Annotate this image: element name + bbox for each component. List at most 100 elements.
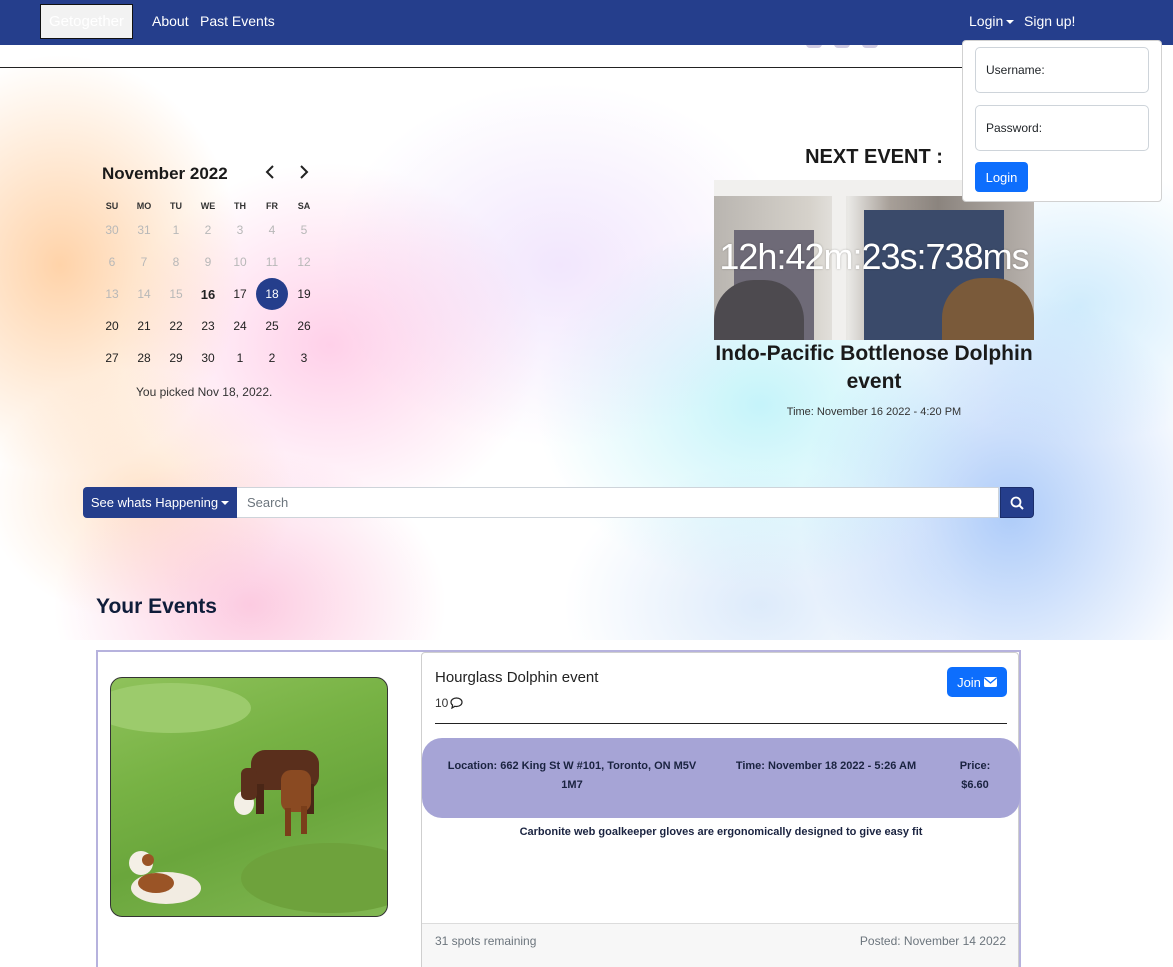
event-footer: 31 spots remaining Posted: November 14 2… <box>422 923 1018 967</box>
see-whats-happening-dropdown[interactable]: See whats Happening <box>83 487 237 518</box>
nav-about-link[interactable]: About <box>152 13 189 29</box>
join-label: Join <box>957 674 981 690</box>
picked-date-text: You picked Nov 18, 2022. <box>136 385 273 399</box>
calendar-grid: SU MO TU WE TH FR SA 30 31 1 2 3 4 5 6 7… <box>96 198 320 374</box>
weekday-label: MO <box>136 201 152 211</box>
calendar-day[interactable]: 9 <box>192 255 224 269</box>
envelope-icon <box>983 677 997 687</box>
weekday-label: TH <box>234 201 246 211</box>
chevron-right-icon[interactable] <box>298 164 310 185</box>
calendar: November 2022 SU MO TU WE TH FR SA 30 31… <box>96 158 320 399</box>
calendar-day[interactable]: 15 <box>160 287 192 301</box>
calendar-day[interactable]: 28 <box>128 351 160 365</box>
login-toggle-label: Login <box>969 13 1004 29</box>
signup-link[interactable]: Sign up! <box>1024 13 1075 29</box>
calendar-day-today[interactable]: 16 <box>192 287 224 302</box>
calendar-day[interactable]: 10 <box>224 255 256 269</box>
brand-logo[interactable]: Getogether <box>40 4 133 39</box>
calendar-day[interactable]: 2 <box>256 351 288 365</box>
top-navbar: Getogether About Past Events Login Sign … <box>0 0 1173 45</box>
calendar-day[interactable]: 31 <box>128 223 160 237</box>
calendar-day[interactable]: 13 <box>96 287 128 301</box>
calendar-day[interactable]: 17 <box>224 287 256 301</box>
calendar-day[interactable]: 8 <box>160 255 192 269</box>
selected-day-label: 18 <box>256 278 288 310</box>
nav-past-events-link[interactable]: Past Events <box>200 13 275 29</box>
password-field[interactable] <box>975 105 1149 151</box>
event-image[interactable] <box>110 677 388 917</box>
chevron-left-icon[interactable] <box>264 164 276 185</box>
join-event-button[interactable]: Join <box>947 667 1007 697</box>
weekday-label: FR <box>266 201 278 211</box>
weekday-label: TU <box>170 201 182 211</box>
calendar-day[interactable]: 12 <box>288 255 320 269</box>
calendar-day[interactable]: 14 <box>128 287 160 301</box>
event-title[interactable]: Hourglass Dolphin event <box>435 669 598 686</box>
calendar-day[interactable]: 22 <box>160 319 192 333</box>
calendar-day[interactable]: 29 <box>160 351 192 365</box>
calendar-day[interactable]: 20 <box>96 319 128 333</box>
spots-remaining: 31 spots remaining <box>435 934 537 948</box>
calendar-day[interactable]: 11 <box>256 255 288 269</box>
calendar-day[interactable]: 3 <box>288 351 320 365</box>
event-price: Price: $6.60 <box>959 760 991 791</box>
calendar-day-selected[interactable]: 18 <box>256 278 288 310</box>
username-field[interactable] <box>975 47 1149 93</box>
countdown-timer: 12h:42m:23s:738ms <box>719 236 1029 277</box>
happening-label: See whats Happening <box>90 495 219 510</box>
calendar-day[interactable]: 6 <box>96 255 128 269</box>
calendar-day[interactable]: 25 <box>256 319 288 333</box>
event-location: Location: 662 King St W #101, Toronto, O… <box>447 760 697 791</box>
weekday-label: SA <box>297 201 311 211</box>
divider <box>0 67 1030 68</box>
calendar-day[interactable]: 7 <box>128 255 160 269</box>
calendar-week-row: 13 14 15 16 17 18 19 <box>96 278 320 310</box>
weekday-label: SU <box>105 201 119 211</box>
calendar-week-row: 30 31 1 2 3 4 5 <box>96 214 320 246</box>
weekday-label: WE <box>200 201 216 211</box>
your-events-heading: Your Events <box>96 595 217 618</box>
calendar-month-title: November 2022 <box>102 164 228 183</box>
next-event-time: Time: November 16 2022 - 4:20 PM <box>786 406 962 418</box>
calendar-day[interactable]: 4 <box>256 223 288 237</box>
calendar-week-row: 27 28 29 30 1 2 3 <box>96 342 320 374</box>
calendar-weekday-row: SU MO TU WE TH FR SA <box>96 198 320 214</box>
login-dropdown-menu: Login <box>962 40 1162 202</box>
posted-date: Posted: November 14 2022 <box>859 934 1006 948</box>
calendar-day[interactable]: 23 <box>192 319 224 333</box>
search-bar: See whats Happening <box>83 487 1034 518</box>
calendar-day[interactable]: 5 <box>288 223 320 237</box>
caret-down-icon <box>1006 20 1015 25</box>
caret-down-icon <box>221 500 230 505</box>
event-time: Time: November 18 2022 - 5:26 AM <box>735 760 917 772</box>
calendar-day[interactable]: 26 <box>288 319 320 333</box>
calendar-day[interactable]: 21 <box>128 319 160 333</box>
calendar-day[interactable]: 1 <box>160 223 192 237</box>
calendar-day[interactable]: 30 <box>96 223 128 237</box>
event-comment-count[interactable]: 10 <box>435 696 463 710</box>
calendar-day[interactable]: 1 <box>224 351 256 365</box>
comment-icon <box>450 697 463 709</box>
calendar-day[interactable]: 24 <box>224 319 256 333</box>
next-event-image[interactable]: 12h:42m:23s:738ms <box>714 180 1034 340</box>
cat-right <box>942 278 1034 340</box>
login-submit-button[interactable]: Login <box>975 162 1028 192</box>
cows-illustration <box>111 683 387 913</box>
calendar-header: November 2022 <box>96 158 320 188</box>
search-icon <box>1010 496 1024 510</box>
search-input[interactable] <box>237 487 999 518</box>
event-description: Carbonite web goalkeeper gloves are ergo… <box>519 826 923 838</box>
calendar-day[interactable]: 27 <box>96 351 128 365</box>
calendar-day[interactable]: 30 <box>192 351 224 365</box>
search-button[interactable] <box>1000 487 1034 518</box>
next-event-name[interactable]: Indo-Pacific Bottlenose Dolphin event <box>714 340 1034 396</box>
calendar-day[interactable]: 2 <box>192 223 224 237</box>
event-info-band: Location: 662 King St W #101, Toronto, O… <box>422 738 1020 818</box>
calendar-day[interactable]: 3 <box>224 223 256 237</box>
login-dropdown-toggle[interactable]: Login <box>969 13 1015 29</box>
calendar-week-row: 6 7 8 9 10 11 12 <box>96 246 320 278</box>
comment-count: 10 <box>435 696 449 710</box>
calendar-week-row: 20 21 22 23 24 25 26 <box>96 310 320 342</box>
calendar-day[interactable]: 19 <box>288 287 320 301</box>
event-details-card: Hourglass Dolphin event 10 Join Location… <box>421 652 1020 967</box>
